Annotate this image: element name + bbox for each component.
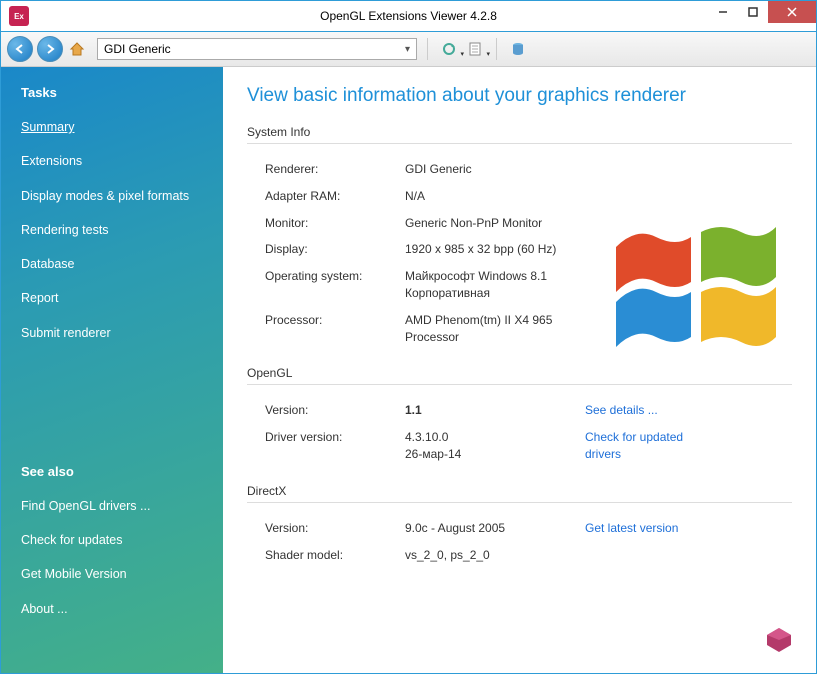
renderer-dropdown-value: GDI Generic bbox=[104, 42, 171, 56]
row-gl-version: Version: 1.1 See details ... bbox=[247, 397, 792, 424]
window-controls bbox=[708, 1, 816, 23]
sidebar-seealso-header: See also bbox=[1, 460, 223, 489]
row-dx-version: Version: 9.0c - August 2005 Get latest v… bbox=[247, 515, 792, 542]
close-button[interactable] bbox=[768, 1, 816, 23]
row-dx-shader: Shader model: vs_2_0, ps_2_0 bbox=[247, 542, 792, 569]
sidebar-item-mobile-version[interactable]: Get Mobile Version bbox=[1, 557, 223, 591]
content-area: View basic information about your graphi… bbox=[223, 67, 816, 673]
close-icon bbox=[787, 7, 797, 17]
arrow-right-icon bbox=[44, 43, 56, 55]
back-button[interactable] bbox=[7, 36, 33, 62]
sidebar-item-find-drivers[interactable]: Find OpenGL drivers ... bbox=[1, 489, 223, 523]
value-cpu: AMD Phenom(tm) II X4 965 Processor bbox=[405, 312, 575, 346]
value-ram: N/A bbox=[405, 188, 575, 205]
value-os: Майкрософт Windows 8.1 Корпоративная bbox=[405, 268, 575, 302]
label-gl-driver: Driver version: bbox=[265, 429, 405, 446]
toolbar: GDI Generic bbox=[1, 31, 816, 67]
sidebar-item-rendering-tests[interactable]: Rendering tests bbox=[1, 213, 223, 247]
home-icon bbox=[69, 41, 85, 57]
opengl-group: OpenGL Version: 1.1 See details ... Driv… bbox=[247, 366, 792, 467]
toolbar-separator bbox=[496, 38, 497, 60]
sidebar-item-submit-renderer[interactable]: Submit renderer bbox=[1, 316, 223, 350]
sidebar-item-report[interactable]: Report bbox=[1, 281, 223, 315]
label-display: Display: bbox=[265, 241, 405, 258]
refresh-icon bbox=[441, 41, 457, 57]
value-display: 1920 x 985 x 32 bpp (60 Hz) bbox=[405, 241, 575, 258]
page-title: View basic information about your graphi… bbox=[247, 85, 792, 107]
directx-header: DirectX bbox=[247, 484, 792, 498]
label-ram: Adapter RAM: bbox=[265, 188, 405, 205]
app-window: Ex OpenGL Extensions Viewer 4.2.8 GDI Ge… bbox=[0, 0, 817, 674]
opengl-header: OpenGL bbox=[247, 366, 792, 380]
sidebar: Tasks Summary Extensions Display modes &… bbox=[1, 67, 223, 673]
label-monitor: Monitor: bbox=[265, 215, 405, 232]
sidebar-item-check-updates[interactable]: Check for updates bbox=[1, 523, 223, 557]
document-icon bbox=[467, 41, 483, 57]
sidebar-item-display-modes[interactable]: Display modes & pixel formats bbox=[1, 179, 223, 213]
value-gl-driver: 4.3.10.0 26-мар-14 bbox=[405, 429, 575, 463]
label-os: Operating system: bbox=[265, 268, 405, 285]
refresh-button[interactable] bbox=[438, 38, 460, 60]
maximize-button[interactable] bbox=[738, 1, 768, 23]
database-button[interactable] bbox=[507, 38, 529, 60]
window-title: OpenGL Extensions Viewer 4.2.8 bbox=[320, 9, 497, 23]
value-gl-version: 1.1 bbox=[405, 402, 575, 419]
sidebar-spacer bbox=[1, 350, 223, 460]
database-icon bbox=[510, 41, 526, 57]
report-button[interactable] bbox=[464, 38, 486, 60]
value-dx-version: 9.0c - August 2005 bbox=[405, 520, 575, 537]
divider bbox=[247, 143, 792, 144]
divider bbox=[247, 384, 792, 385]
value-renderer: GDI Generic bbox=[405, 161, 575, 178]
maximize-icon bbox=[748, 7, 758, 17]
directx-group: DirectX Version: 9.0c - August 2005 Get … bbox=[247, 484, 792, 569]
body-area: Tasks Summary Extensions Display modes &… bbox=[1, 67, 816, 673]
value-monitor: Generic Non-PnP Monitor bbox=[405, 215, 575, 232]
label-gl-version: Version: bbox=[265, 402, 405, 419]
label-cpu: Processor: bbox=[265, 312, 405, 329]
windows-logo-icon bbox=[606, 197, 786, 357]
row-gl-driver: Driver version: 4.3.10.0 26-мар-14 Check… bbox=[247, 424, 792, 468]
link-see-details[interactable]: See details ... bbox=[585, 402, 658, 419]
toolbar-separator bbox=[427, 38, 428, 60]
titlebar[interactable]: Ex OpenGL Extensions Viewer 4.2.8 bbox=[1, 1, 816, 31]
home-button[interactable] bbox=[67, 39, 87, 59]
minimize-button[interactable] bbox=[708, 1, 738, 23]
label-dx-shader: Shader model: bbox=[265, 547, 405, 564]
label-dx-version: Version: bbox=[265, 520, 405, 537]
sidebar-tasks-header: Tasks bbox=[1, 81, 223, 110]
system-info-header: System Info bbox=[247, 125, 792, 139]
label-renderer: Renderer: bbox=[265, 161, 405, 178]
sidebar-item-about[interactable]: About ... bbox=[1, 592, 223, 626]
app-icon: Ex bbox=[9, 6, 29, 26]
value-dx-shader: vs_2_0, ps_2_0 bbox=[405, 547, 575, 564]
renderer-dropdown[interactable]: GDI Generic bbox=[97, 38, 417, 60]
realtech-logo-icon bbox=[764, 625, 794, 655]
arrow-left-icon bbox=[14, 43, 26, 55]
minimize-icon bbox=[718, 7, 728, 17]
row-renderer: Renderer: GDI Generic bbox=[247, 156, 792, 183]
link-get-latest[interactable]: Get latest version bbox=[585, 520, 678, 537]
link-check-drivers[interactable]: Check for updated drivers bbox=[585, 429, 705, 463]
sidebar-item-summary[interactable]: Summary bbox=[1, 110, 223, 144]
sidebar-item-database[interactable]: Database bbox=[1, 247, 223, 281]
divider bbox=[247, 502, 792, 503]
sidebar-item-extensions[interactable]: Extensions bbox=[1, 144, 223, 178]
forward-button[interactable] bbox=[37, 36, 63, 62]
